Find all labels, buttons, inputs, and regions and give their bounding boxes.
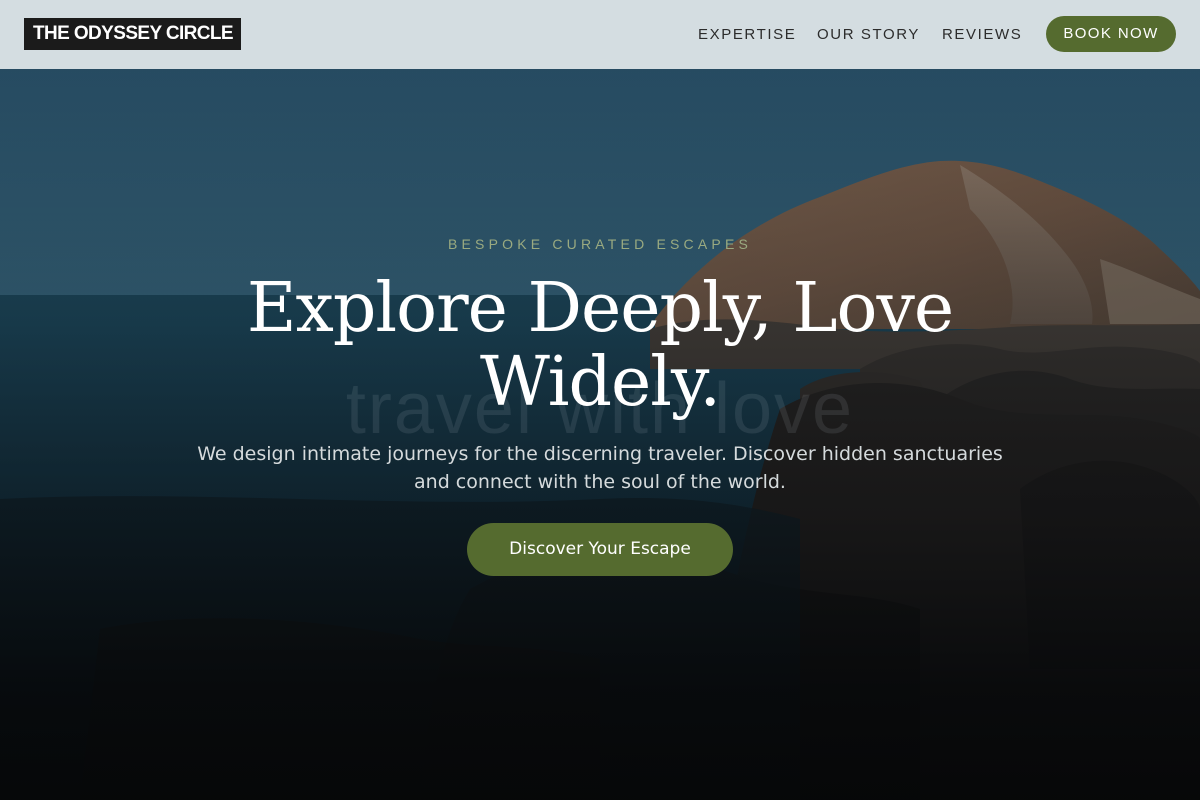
hero-headline: Explore Deeply, Love Widely.	[246, 269, 954, 422]
hero-eyebrow: BESPOKE CURATED ESCAPES	[447, 236, 753, 252]
nav-link-reviews[interactable]: REVIEWS	[942, 0, 1022, 69]
site-logo[interactable]: THE ODYSSEY CIRCLE	[24, 18, 241, 50]
nav-link-expertise[interactable]: EXPERTISE	[698, 0, 796, 69]
hero-subtext: We design intimate journeys for the disc…	[197, 443, 1003, 493]
discover-escape-button[interactable]: Discover Your Escape	[467, 523, 733, 576]
book-now-button[interactable]: BOOK NOW	[1046, 16, 1176, 52]
site-header: THE ODYSSEY CIRCLE EXPERTISE OUR STORY R…	[0, 0, 1200, 69]
nav-link-our-story[interactable]: OUR STORY	[817, 0, 920, 69]
landing-page: THE ODYSSEY CIRCLE EXPERTISE OUR STORY R…	[0, 0, 1200, 800]
